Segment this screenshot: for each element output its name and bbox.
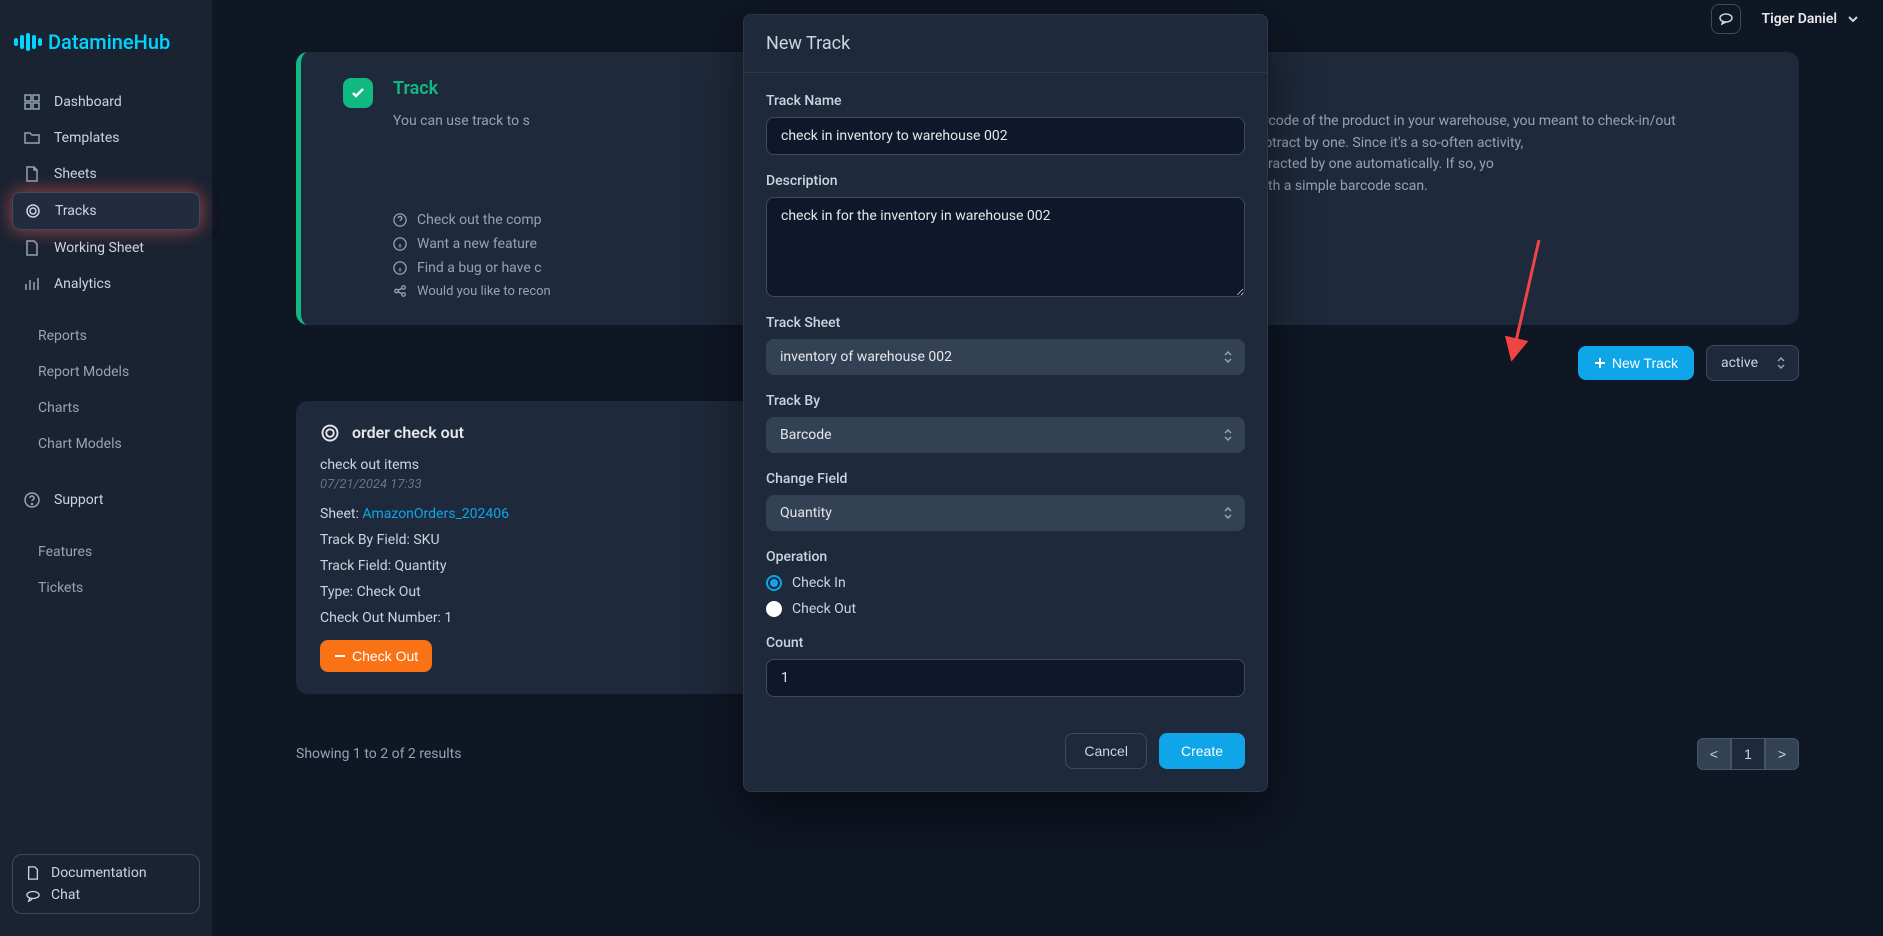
sidebar-item-tickets[interactable]: Tickets	[12, 570, 200, 606]
folder-icon	[24, 130, 40, 146]
nav-analytics-sub: Reports Report Models Charts Chart Model…	[0, 318, 212, 462]
sidebar-item-chart-models[interactable]: Chart Models	[12, 426, 200, 462]
radio-icon	[766, 575, 782, 591]
bars-icon	[24, 276, 40, 292]
sidebar: DatamineHub Dashboard Templates Sheets T…	[0, 0, 212, 936]
nav-support-sub: Features Tickets	[0, 534, 212, 606]
sidebar-item-features[interactable]: Features	[12, 534, 200, 570]
file-icon	[24, 166, 40, 182]
check-icon	[343, 78, 373, 108]
dashboard-icon	[24, 94, 40, 110]
new-track-modal: New Track Track Name Description Track S…	[743, 14, 1268, 792]
app-name: DatamineHub	[48, 30, 170, 54]
plus-icon	[1594, 357, 1606, 369]
pager-next-button[interactable]: >	[1765, 738, 1799, 770]
nav-support: Support	[0, 482, 212, 518]
doc-link[interactable]: Documentation	[25, 865, 187, 881]
change-field-label: Change Field	[766, 471, 1245, 487]
doc-icon	[25, 865, 41, 881]
logo-icon	[14, 33, 42, 51]
sidebar-item-charts[interactable]: Charts	[12, 390, 200, 426]
chevron-updown-icon	[1776, 356, 1786, 370]
nav-label: Templates	[54, 130, 120, 146]
cancel-button[interactable]: Cancel	[1065, 733, 1147, 769]
main-area: Tiger Daniel Track You can use track to …	[212, 0, 1883, 936]
sidebar-item-dashboard[interactable]: Dashboard	[12, 84, 200, 120]
modal-title: New Track	[744, 15, 1267, 73]
target-icon	[320, 423, 340, 443]
new-track-button[interactable]: New Track	[1578, 346, 1694, 380]
target-icon	[25, 203, 41, 219]
nav-label: Working Sheet	[54, 240, 144, 256]
nav-label: Tickets	[38, 580, 83, 596]
nav-main: Dashboard Templates Sheets Tracks Workin…	[0, 84, 212, 302]
filter-status-select[interactable]: active	[1706, 345, 1799, 381]
minus-icon	[334, 650, 346, 662]
doc-box: Documentation Chat	[12, 854, 200, 914]
sidebar-item-tracks[interactable]: Tracks	[12, 192, 200, 230]
chat-icon	[25, 887, 41, 903]
pager-page-button[interactable]: 1	[1731, 738, 1765, 770]
description-label: Description	[766, 173, 1245, 189]
track-sheet-select[interactable]: inventory of warehouse 002	[766, 339, 1245, 375]
track-by-select[interactable]: Barcode	[766, 417, 1245, 453]
checkout-button[interactable]: Check Out	[320, 640, 432, 672]
count-label: Count	[766, 635, 1245, 651]
nav-label: Features	[38, 544, 92, 560]
sidebar-item-reports[interactable]: Reports	[12, 318, 200, 354]
share-icon	[393, 284, 407, 298]
create-button[interactable]: Create	[1159, 733, 1245, 769]
nav-label: Support	[54, 492, 103, 508]
chat-label: Chat	[51, 887, 80, 903]
radio-check-out[interactable]: Check Out	[766, 601, 1245, 617]
doc-label: Documentation	[51, 865, 147, 881]
description-input[interactable]	[766, 197, 1245, 297]
chevron-down-icon	[1847, 13, 1859, 25]
change-field-select[interactable]: Quantity	[766, 495, 1245, 531]
sheet-link[interactable]: AmazonOrders_202406	[362, 506, 509, 522]
app-logo[interactable]: DatamineHub	[0, 10, 212, 84]
chat-link[interactable]: Chat	[25, 887, 187, 903]
chat-icon	[1718, 11, 1734, 27]
count-input[interactable]	[766, 659, 1245, 697]
pager-prev-button[interactable]: <	[1697, 738, 1731, 770]
track-name-label: Track Name	[766, 93, 1245, 109]
nav-label: Dashboard	[54, 94, 122, 110]
help-icon	[393, 213, 407, 227]
nav-label: Sheets	[54, 166, 97, 182]
nav-label: Reports	[38, 328, 87, 344]
nav-label: Chart Models	[38, 436, 122, 452]
results-text: Showing 1 to 2 of 2 results	[296, 746, 461, 762]
help-icon	[24, 492, 40, 508]
sidebar-item-analytics[interactable]: Analytics	[12, 266, 200, 302]
card-title: order check out	[352, 423, 464, 442]
user-name: Tiger Daniel	[1761, 11, 1837, 27]
pagination: < 1 >	[1697, 738, 1799, 770]
track-by-label: Track By	[766, 393, 1245, 409]
radio-check-in[interactable]: Check In	[766, 575, 1245, 591]
sidebar-item-templates[interactable]: Templates	[12, 120, 200, 156]
file-icon	[24, 240, 40, 256]
topbar: Tiger Daniel	[1711, 4, 1859, 34]
sidebar-item-sheets[interactable]: Sheets	[12, 156, 200, 192]
user-menu[interactable]: Tiger Daniel	[1761, 11, 1859, 27]
sidebar-item-working-sheet[interactable]: Working Sheet	[12, 230, 200, 266]
nav-label: Charts	[38, 400, 79, 416]
chat-button[interactable]	[1711, 4, 1741, 34]
track-sheet-label: Track Sheet	[766, 315, 1245, 331]
sidebar-item-support[interactable]: Support	[12, 482, 200, 518]
info-icon	[393, 237, 407, 251]
operation-label: Operation	[766, 549, 1245, 565]
sidebar-item-report-models[interactable]: Report Models	[12, 354, 200, 390]
nav-label: Tracks	[55, 203, 97, 219]
nav-label: Report Models	[38, 364, 129, 380]
track-name-input[interactable]	[766, 117, 1245, 155]
info-icon	[393, 261, 407, 275]
nav-label: Analytics	[54, 276, 111, 292]
radio-icon	[766, 601, 782, 617]
